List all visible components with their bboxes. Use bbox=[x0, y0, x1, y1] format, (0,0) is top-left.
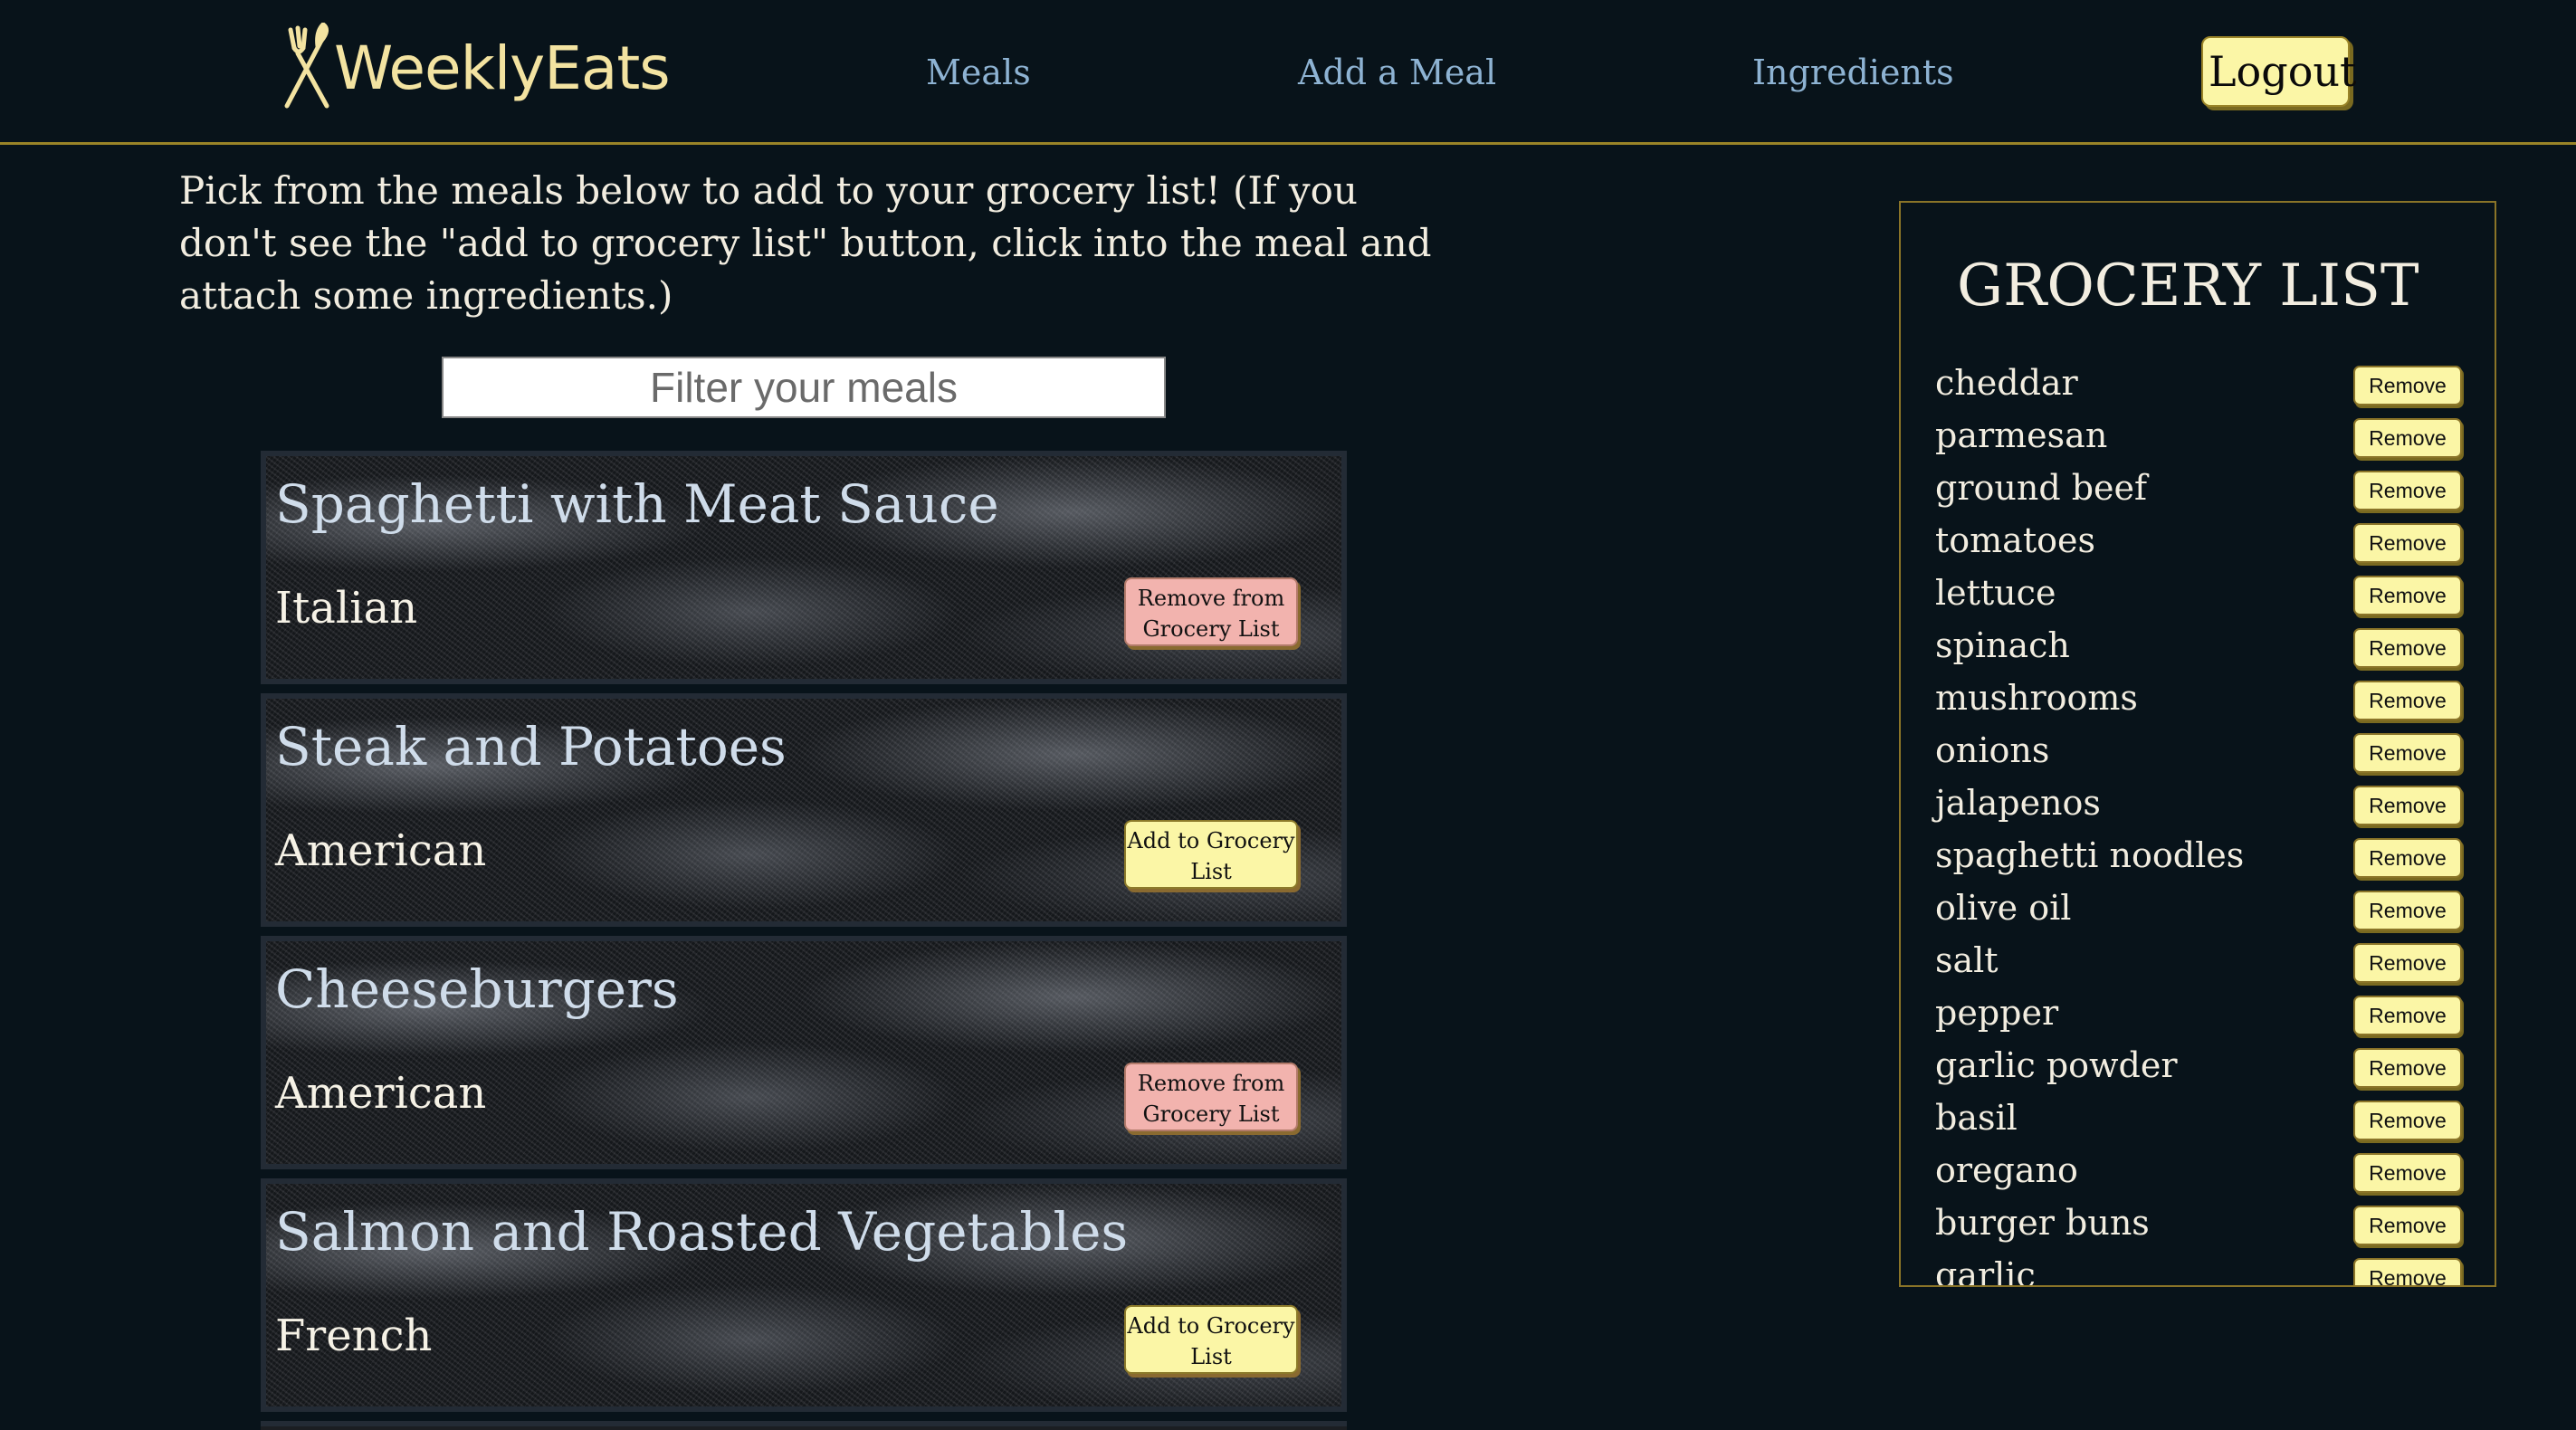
grocery-list-item: garlic Remove bbox=[1935, 1249, 2462, 1287]
grocery-remove-button[interactable]: Remove bbox=[2353, 366, 2462, 405]
grocery-item-name: basil bbox=[1935, 1098, 2018, 1138]
nav-link-ingredients[interactable]: Ingredients bbox=[1752, 47, 1954, 98]
grocery-item-name: salt bbox=[1935, 940, 1999, 980]
grocery-item-name: olive oil bbox=[1935, 888, 2072, 928]
grocery-item-name: garlic bbox=[1935, 1255, 2036, 1287]
nav-link-add-meal[interactable]: Add a Meal bbox=[1298, 47, 1496, 98]
add-to-grocery-list-button[interactable]: Add to Grocery List bbox=[1124, 1305, 1298, 1374]
grocery-remove-button[interactable]: Remove bbox=[2353, 1153, 2462, 1193]
grocery-list-item: pepper Remove bbox=[1935, 987, 2462, 1039]
grocery-list-item: tomatoes Remove bbox=[1935, 514, 2462, 567]
grocery-item-name: oregano bbox=[1935, 1150, 2078, 1190]
grocery-item-name: tomatoes bbox=[1935, 520, 2095, 560]
remove-from-grocery-list-button[interactable]: Remove from Grocery List bbox=[1124, 577, 1298, 646]
grocery-remove-button[interactable]: Remove bbox=[2353, 996, 2462, 1035]
grocery-item-name: pepper bbox=[1935, 993, 2059, 1033]
filter-meals-input[interactable] bbox=[442, 357, 1166, 418]
grocery-remove-button[interactable]: Remove bbox=[2353, 418, 2462, 458]
fork-knife-icon bbox=[284, 23, 329, 109]
meal-title: Spaghetti with Meat Sauce bbox=[275, 473, 999, 535]
grocery-remove-button[interactable]: Remove bbox=[2353, 943, 2462, 983]
meal-title: Salmon and Roasted Vegetables bbox=[275, 1201, 1129, 1263]
grocery-item-name: ground beef bbox=[1935, 468, 2148, 508]
remove-from-grocery-list-button[interactable]: Remove from Grocery List bbox=[1124, 1063, 1298, 1131]
grocery-list-item: spinach Remove bbox=[1935, 619, 2462, 672]
grocery-remove-button[interactable]: Remove bbox=[2353, 1101, 2462, 1140]
meal-cuisine: American bbox=[275, 1068, 487, 1119]
grocery-list-item: mushrooms Remove bbox=[1935, 672, 2462, 724]
grocery-list-item: lettuce Remove bbox=[1935, 567, 2462, 619]
grocery-list-item: basil Remove bbox=[1935, 1092, 2462, 1144]
grocery-remove-button[interactable]: Remove bbox=[2353, 1258, 2462, 1285]
grocery-item-name: lettuce bbox=[1935, 573, 2056, 613]
grocery-remove-button[interactable]: Remove bbox=[2353, 733, 2462, 773]
grocery-remove-button[interactable]: Remove bbox=[2353, 471, 2462, 510]
meal-card[interactable]: Spaghetti with Meat Sauce Italian Remove… bbox=[261, 451, 1347, 684]
grocery-item-name: spinach bbox=[1935, 625, 2070, 665]
grocery-list-item: parmesan Remove bbox=[1935, 409, 2462, 462]
grocery-item-name: cheddar bbox=[1935, 363, 2078, 403]
grocery-list-item: garlic powder Remove bbox=[1935, 1039, 2462, 1092]
grocery-list-item: jalapenos Remove bbox=[1935, 777, 2462, 829]
grocery-item-name: parmesan bbox=[1935, 415, 2108, 455]
grocery-list-item: cheddar Remove bbox=[1935, 357, 2462, 409]
grocery-list-item: ground beef Remove bbox=[1935, 462, 2462, 514]
brand-logo[interactable]: WeeklyEats bbox=[276, 20, 671, 116]
grocery-item-name: garlic powder bbox=[1935, 1045, 2178, 1085]
grocery-list-item: olive oil Remove bbox=[1935, 882, 2462, 934]
logout-button[interactable]: Logout bbox=[2201, 36, 2357, 107]
grocery-item-name: jalapenos bbox=[1935, 783, 2101, 823]
grocery-list-item: onions Remove bbox=[1935, 724, 2462, 777]
grocery-list-item: oregano Remove bbox=[1935, 1144, 2462, 1196]
grocery-remove-button[interactable]: Remove bbox=[2353, 891, 2462, 930]
meal-cuisine: Italian bbox=[275, 583, 418, 634]
intro-text: Pick from the meals below to add to your… bbox=[179, 168, 1432, 318]
meal-cuisine: French bbox=[275, 1311, 433, 1361]
grocery-list-item: salt Remove bbox=[1935, 934, 2462, 987]
grocery-item-name: mushrooms bbox=[1935, 678, 2138, 718]
grocery-remove-button[interactable]: Remove bbox=[2353, 628, 2462, 668]
grocery-list-items: cheddar Remove parmesan Remove ground beef… bbox=[1935, 357, 2462, 1287]
grocery-remove-button[interactable]: Remove bbox=[2353, 838, 2462, 878]
grocery-item-name: burger buns bbox=[1935, 1203, 2150, 1243]
grocery-remove-button[interactable]: Remove bbox=[2353, 523, 2462, 563]
grocery-item-name: spaghetti noodles bbox=[1935, 835, 2245, 875]
meal-card[interactable]: Steak and Potatoes American Add to Groce… bbox=[261, 693, 1347, 927]
navbar: WeeklyEats Meals Add a Meal Ingredients … bbox=[0, 0, 2576, 145]
grocery-list-panel: GROCERY LIST cheddar Remove parmesan Remov… bbox=[1899, 201, 2496, 1287]
meal-card[interactable]: Cheeseburgers American Remove from Groce… bbox=[261, 936, 1347, 1169]
meal-title: Steak and Potatoes bbox=[275, 716, 787, 777]
add-to-grocery-list-button[interactable]: Add to Grocery List bbox=[1124, 820, 1298, 889]
grocery-remove-button[interactable]: Remove bbox=[2353, 576, 2462, 615]
meal-title: Cheeseburgers bbox=[275, 958, 679, 1020]
grocery-remove-button[interactable]: Remove bbox=[2353, 1048, 2462, 1088]
grocery-item-name: onions bbox=[1935, 730, 2050, 770]
grocery-list-item: burger buns Remove bbox=[1935, 1196, 2462, 1249]
grocery-remove-button[interactable]: Remove bbox=[2353, 1206, 2462, 1245]
nav-link-meals[interactable]: Meals bbox=[926, 47, 1031, 98]
grocery-list-item: spaghetti noodles Remove bbox=[1935, 829, 2462, 882]
grocery-list-title: GROCERY LIST bbox=[1957, 253, 2419, 319]
brand-name: WeeklyEats bbox=[334, 33, 671, 103]
meal-list: Spaghetti with Meat Sauce Italian Remove… bbox=[261, 451, 1347, 1430]
meal-card-partial bbox=[261, 1421, 1347, 1430]
meal-card[interactable]: Salmon and Roasted Vegetables French Add… bbox=[261, 1178, 1347, 1412]
grocery-remove-button[interactable]: Remove bbox=[2353, 681, 2462, 720]
meal-cuisine: American bbox=[275, 825, 487, 876]
grocery-remove-button[interactable]: Remove bbox=[2353, 786, 2462, 825]
